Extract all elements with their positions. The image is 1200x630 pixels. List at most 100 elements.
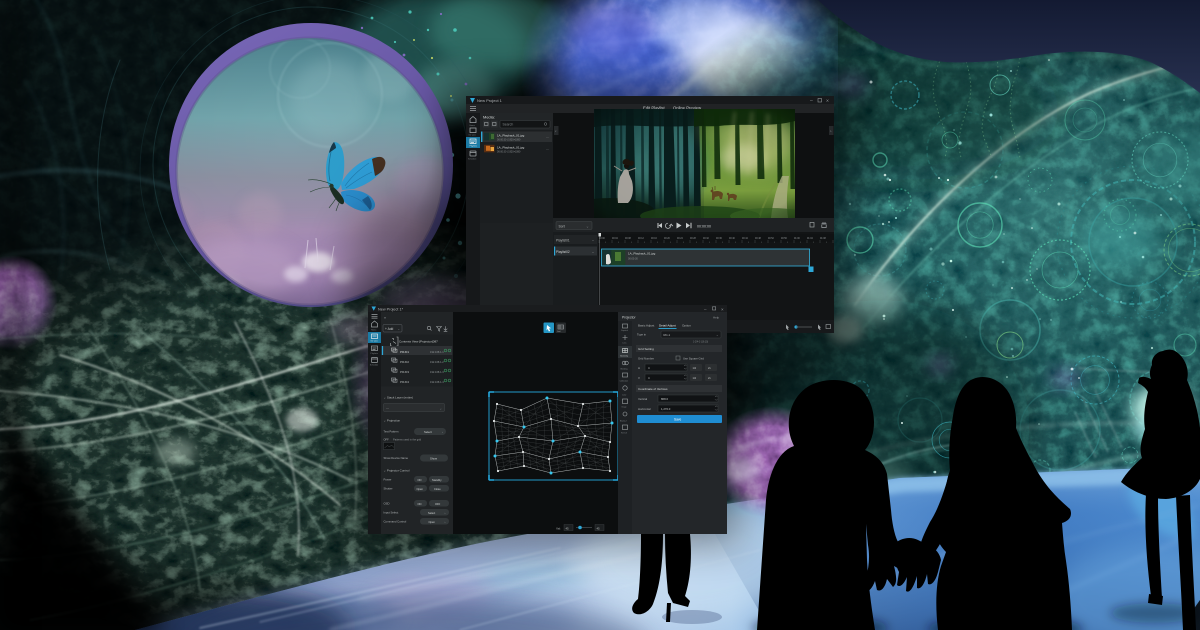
svg-text:45: 45: [566, 526, 570, 530]
svg-text:›: ›: [445, 520, 446, 524]
svg-text:Shutter: Shutter: [384, 487, 393, 491]
svg-text:Playlists: Playlists: [470, 145, 477, 148]
svg-text:ON: ON: [418, 478, 422, 482]
svg-text:00:40: 00:40: [729, 238, 735, 240]
svg-text:Patterns used in the grid: Patterns used in the grid: [393, 438, 422, 442]
svg-text:192.168.1.3: 192.168.1.3: [430, 370, 444, 374]
svg-text:–: –: [592, 250, 594, 254]
svg-text:Image: Image: [622, 407, 627, 409]
svg-text:–: –: [810, 98, 813, 104]
svg-text:…: …: [546, 135, 550, 139]
svg-text:00:36: 00:36: [716, 238, 722, 240]
svg-text:00:48: 00:48: [755, 238, 761, 240]
svg-text:Home: Home: [470, 125, 476, 127]
svg-text:00:00:30 | 1920×1080: 00:00:30 | 1920×1080: [497, 138, 521, 141]
svg-text:Schedule: Schedule: [370, 365, 379, 367]
svg-text:⌄: ⌄: [440, 406, 443, 410]
svg-text:00:56: 00:56: [781, 238, 787, 240]
svg-text:Power: Power: [384, 478, 392, 482]
svg-text:00:16: 00:16: [651, 238, 657, 240]
svg-text:1-2/4-3 (16:10): 1-2/4-3 (16:10): [693, 342, 708, 344]
svg-text:Test Pattern: Test Pattern: [384, 430, 399, 434]
svg-text:192.168.1.4: 192.168.1.4: [430, 380, 444, 384]
svg-text:RemCtl: RemCtl: [621, 432, 628, 435]
svg-text:Command Control: Command Control: [384, 520, 407, 524]
svg-text:Search: Search: [503, 123, 514, 127]
svg-text:00:00: 00:00: [599, 238, 605, 240]
svg-text:+ Add: + Add: [385, 327, 393, 331]
svg-text:Geometry: Geometry: [620, 355, 628, 358]
svg-text:Vertical: Vertical: [638, 397, 648, 401]
svg-text:Type in: Type in: [637, 333, 646, 337]
svg-text:Detail Adjust: Detail Adjust: [659, 324, 676, 328]
svg-text:–: –: [592, 239, 594, 243]
svg-text:Home: Home: [371, 330, 377, 332]
svg-text:Use Square Grid: Use Square Grid: [683, 357, 704, 361]
svg-text:Schedule: Schedule: [468, 159, 477, 161]
svg-text:⌄ Projection: ⌄ Projection: [384, 419, 401, 423]
svg-text:Lens: Lens: [623, 343, 627, 345]
svg-text:OFF: OFF: [435, 502, 441, 506]
svg-text:Grid: Grid: [557, 331, 560, 333]
svg-text:1A_Playback_01.jpg: 1A_Playback_01.jpg: [497, 134, 525, 138]
svg-text:Select: Select: [428, 511, 435, 515]
svg-text:V: V: [638, 376, 640, 380]
svg-text:Show: Show: [430, 457, 438, 461]
svg-text:00:00:00: 00:00:00: [697, 225, 711, 229]
svg-text:1A_Playback_01.jpg: 1A_Playback_01.jpg: [497, 146, 525, 150]
svg-text:00:24: 00:24: [677, 238, 683, 240]
svg-text:Grid Setting: Grid Setting: [638, 347, 654, 351]
svg-text:00:04: 00:04: [612, 238, 618, 240]
svg-text:OSD: OSD: [384, 502, 390, 506]
svg-text:00:52: 00:52: [768, 238, 774, 240]
svg-text:Val:: Val:: [556, 527, 561, 531]
svg-text:Show Device Name: Show Device Name: [384, 456, 409, 460]
svg-text:Basic Adjust: Basic Adjust: [638, 324, 655, 328]
svg-text:01:00: 01:00: [794, 238, 800, 240]
svg-text:New Project 1: New Project 1: [477, 98, 503, 103]
svg-text:Open: Open: [429, 520, 436, 524]
svg-text:01:04: 01:04: [807, 238, 813, 240]
svg-text:PRJ01: PRJ01: [400, 350, 409, 354]
svg-text:192.168.1.1: 192.168.1.1: [430, 350, 444, 354]
svg-text:Open: Open: [417, 487, 424, 491]
svg-text:00:44: 00:44: [742, 238, 748, 240]
svg-text:Calibration: Calibration: [620, 380, 629, 383]
svg-text:⌄: ⌄: [398, 327, 400, 331]
svg-text:⌄: ⌄: [716, 333, 718, 337]
svg-text:PRJ03: PRJ03: [400, 370, 409, 374]
svg-text:00:00:30 | 1920×1080: 00:00:30 | 1920×1080: [497, 150, 521, 153]
svg-text:«: «: [384, 316, 386, 320]
svg-text:Playlist02: Playlist02: [556, 250, 570, 254]
svg-text:Save: Save: [674, 418, 681, 422]
svg-text:×: ×: [721, 307, 724, 312]
svg-text:⌄ Projector Control: ⌄ Projector Control: [384, 469, 410, 473]
svg-text:1,270.0: 1,270.0: [661, 407, 671, 411]
svg-text:OFF: OFF: [384, 438, 390, 442]
svg-text:PRJ02: PRJ02: [400, 360, 409, 364]
svg-text:01:08: 01:08: [820, 238, 826, 240]
svg-text:PRJ04: PRJ04: [400, 380, 409, 384]
svg-text:1A_Playback_01.jpg: 1A_Playback_01.jpg: [628, 252, 656, 256]
svg-text:—: —: [386, 406, 389, 410]
svg-text:×: ×: [826, 99, 829, 105]
svg-text:RC-1: RC-1: [664, 333, 671, 337]
svg-text:…: …: [546, 147, 550, 151]
svg-text:On view: On view: [371, 341, 379, 343]
svg-text:›: ›: [442, 430, 443, 434]
svg-text:Input Select: Input Select: [384, 511, 399, 515]
svg-text:Select: Select: [424, 430, 432, 434]
svg-text:00:32: 00:32: [703, 238, 709, 240]
svg-text:Close: Close: [434, 487, 441, 491]
svg-text:›: ›: [445, 511, 446, 515]
svg-text:1/2: 1/2: [693, 376, 697, 380]
svg-text:Sort: Sort: [559, 224, 565, 228]
svg-text:00:00:30: 00:00:30: [628, 258, 638, 261]
svg-text:BlackLvl: BlackLvl: [620, 421, 627, 423]
svg-text:Coordinate of Vertices: Coordinate of Vertices: [638, 387, 668, 391]
svg-text:00:20: 00:20: [664, 238, 670, 240]
svg-text:1/2: 1/2: [693, 366, 697, 370]
svg-text:Grid Number: Grid Number: [638, 357, 654, 361]
svg-text:Playlists: Playlists: [371, 352, 378, 355]
svg-text:Color: Color: [622, 395, 627, 397]
